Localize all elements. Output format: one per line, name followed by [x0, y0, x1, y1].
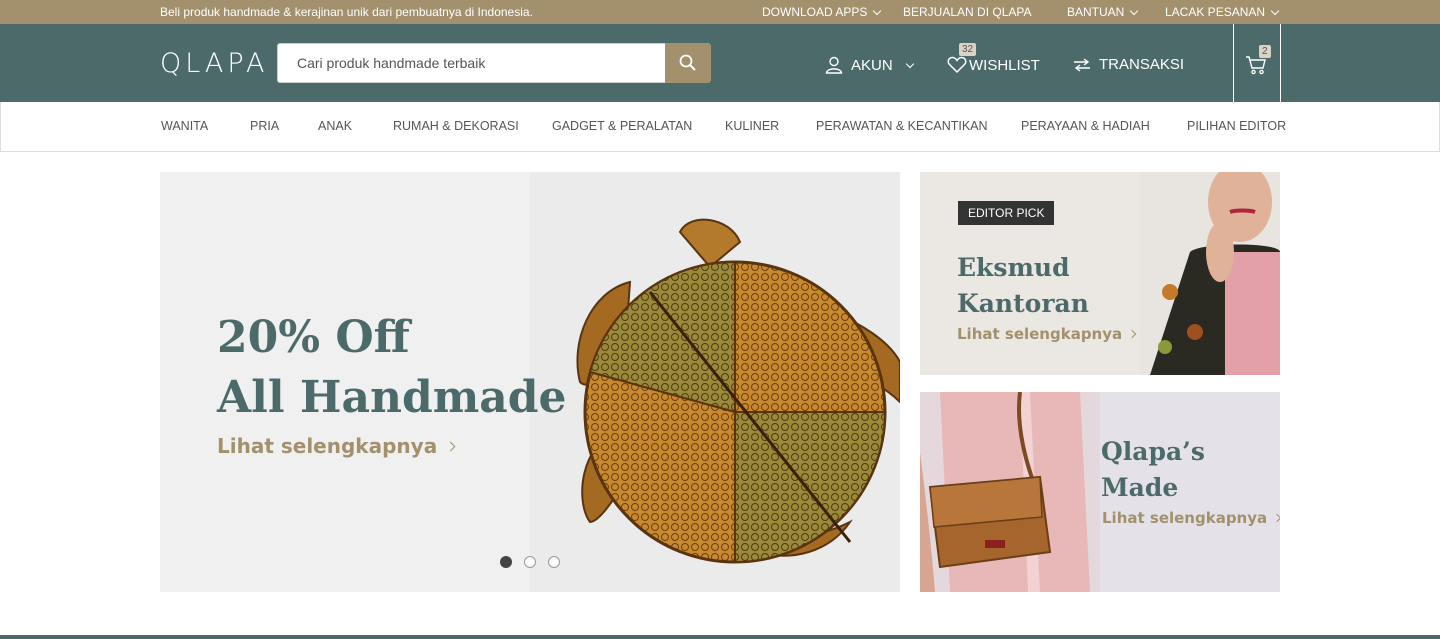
wishlist-count-badge: 32: [959, 43, 977, 56]
category-rumah-dekorasi[interactable]: RUMAH & DEKORASI: [393, 119, 519, 133]
download-apps-label: DOWNLOAD APPS: [762, 5, 868, 19]
wishlist-label: WISHLIST: [969, 56, 1040, 74]
model-image: [1140, 172, 1280, 375]
promo2-see-more-label: Lihat selengkapnya: [1102, 509, 1268, 527]
category-nav: WANITA PRIA ANAK RUMAH & DEKORASI GADGET…: [0, 102, 1440, 152]
category-perayaan-hadiah[interactable]: PERAYAAN & HADIAH: [1021, 119, 1150, 133]
track-order-label: LACAK PESANAN: [1165, 5, 1266, 19]
sell-on-qlapa-link[interactable]: BERJUALAN DI QLAPA: [903, 5, 1031, 19]
hero-product-image: [530, 172, 900, 592]
help-link[interactable]: BANTUAN: [1067, 5, 1139, 19]
category-gadget-peralatan[interactable]: GADGET & PERALATAN: [552, 119, 692, 133]
promo1-title-line1: Eksmud: [957, 253, 1070, 282]
sell-label: BERJUALAN DI QLAPA: [903, 5, 1032, 19]
chevron-right-icon: [445, 441, 456, 451]
cart-icon: [1246, 56, 1266, 75]
category-pilihan-editor[interactable]: PILIHAN EDITOR: [1187, 119, 1286, 133]
footer-divider: [0, 635, 1440, 639]
category-wanita[interactable]: WANITA: [161, 119, 208, 133]
carousel-dot-2[interactable]: [524, 556, 536, 568]
logo[interactable]: QLAPA: [160, 48, 268, 79]
hero-banner[interactable]: 20% Off All Handmade Lihat selengkapnya: [160, 172, 900, 592]
transactions-link[interactable]: TRANSAKSI: [1073, 56, 1184, 73]
chevron-down-icon: [1270, 6, 1280, 15]
promo2-title-line1: Qlapa’s: [1101, 437, 1205, 466]
swap-arrows-icon: [1074, 57, 1090, 72]
account-menu[interactable]: AKUN: [825, 56, 914, 74]
hero-title-line1: 20% Off: [217, 312, 410, 363]
category-kuliner[interactable]: KULINER: [725, 119, 779, 133]
chevron-down-icon: [873, 6, 882, 15]
promo1-see-more-label: Lihat selengkapnya: [957, 325, 1123, 343]
main-header: QLAPA AKUN WISHLIST 32 TRANSAKSI 2: [0, 24, 1440, 102]
hero-title-line2: All Handmade: [217, 372, 567, 423]
chevron-right-icon: [1127, 329, 1137, 339]
promo2-see-more-link[interactable]: Lihat selengkapnya: [1102, 509, 1280, 527]
cart-count-badge: 2: [1259, 45, 1271, 58]
carousel-dot-1[interactable]: [500, 556, 512, 568]
help-label: BANTUAN: [1067, 5, 1125, 19]
download-apps-link[interactable]: DOWNLOAD APPS: [762, 5, 882, 19]
search-button[interactable]: [665, 43, 711, 83]
chevron-right-icon: [1272, 513, 1280, 523]
track-order-link[interactable]: LACAK PESANAN: [1165, 5, 1280, 19]
user-icon: [825, 56, 843, 74]
cart-button[interactable]: 2: [1233, 24, 1281, 102]
carousel-dot-3[interactable]: [548, 556, 560, 568]
wishlist-link[interactable]: WISHLIST: [947, 56, 1040, 74]
chevron-down-icon: [905, 59, 914, 68]
hero-see-more-link[interactable]: Lihat selengkapnya: [217, 434, 456, 458]
category-perawatan-kecantikan[interactable]: PERAWATAN & KECANTIKAN: [816, 119, 988, 133]
chevron-down-icon: [1130, 6, 1139, 15]
search-icon: [679, 54, 696, 71]
category-pria[interactable]: PRIA: [250, 119, 279, 133]
account-label: AKUN: [851, 56, 893, 74]
category-anak[interactable]: ANAK: [318, 119, 352, 133]
tagline: Beli produk handmade & kerajinan unik da…: [160, 5, 533, 19]
bag-model-image: [920, 392, 1100, 592]
promo2-title-line2: Made: [1101, 473, 1179, 502]
hero-see-more-label: Lihat selengkapnya: [217, 434, 438, 458]
search-input[interactable]: [277, 43, 666, 83]
editor-pick-badge: EDITOR PICK: [958, 201, 1055, 225]
heart-icon: [947, 56, 967, 74]
promo-eksmud-kantoran[interactable]: EDITOR PICK Eksmud Kantoran Lihat seleng…: [920, 172, 1280, 375]
turtle-image: [576, 218, 900, 564]
transactions-label: TRANSAKSI: [1099, 56, 1185, 73]
promo-qlapas-made[interactable]: Qlapa’s Made Lihat selengkapnya: [920, 392, 1280, 592]
promo1-see-more-link[interactable]: Lihat selengkapnya: [957, 325, 1137, 343]
top-bar: Beli produk handmade & kerajinan unik da…: [0, 0, 1440, 24]
promo1-title-line2: Kantoran: [957, 289, 1089, 318]
